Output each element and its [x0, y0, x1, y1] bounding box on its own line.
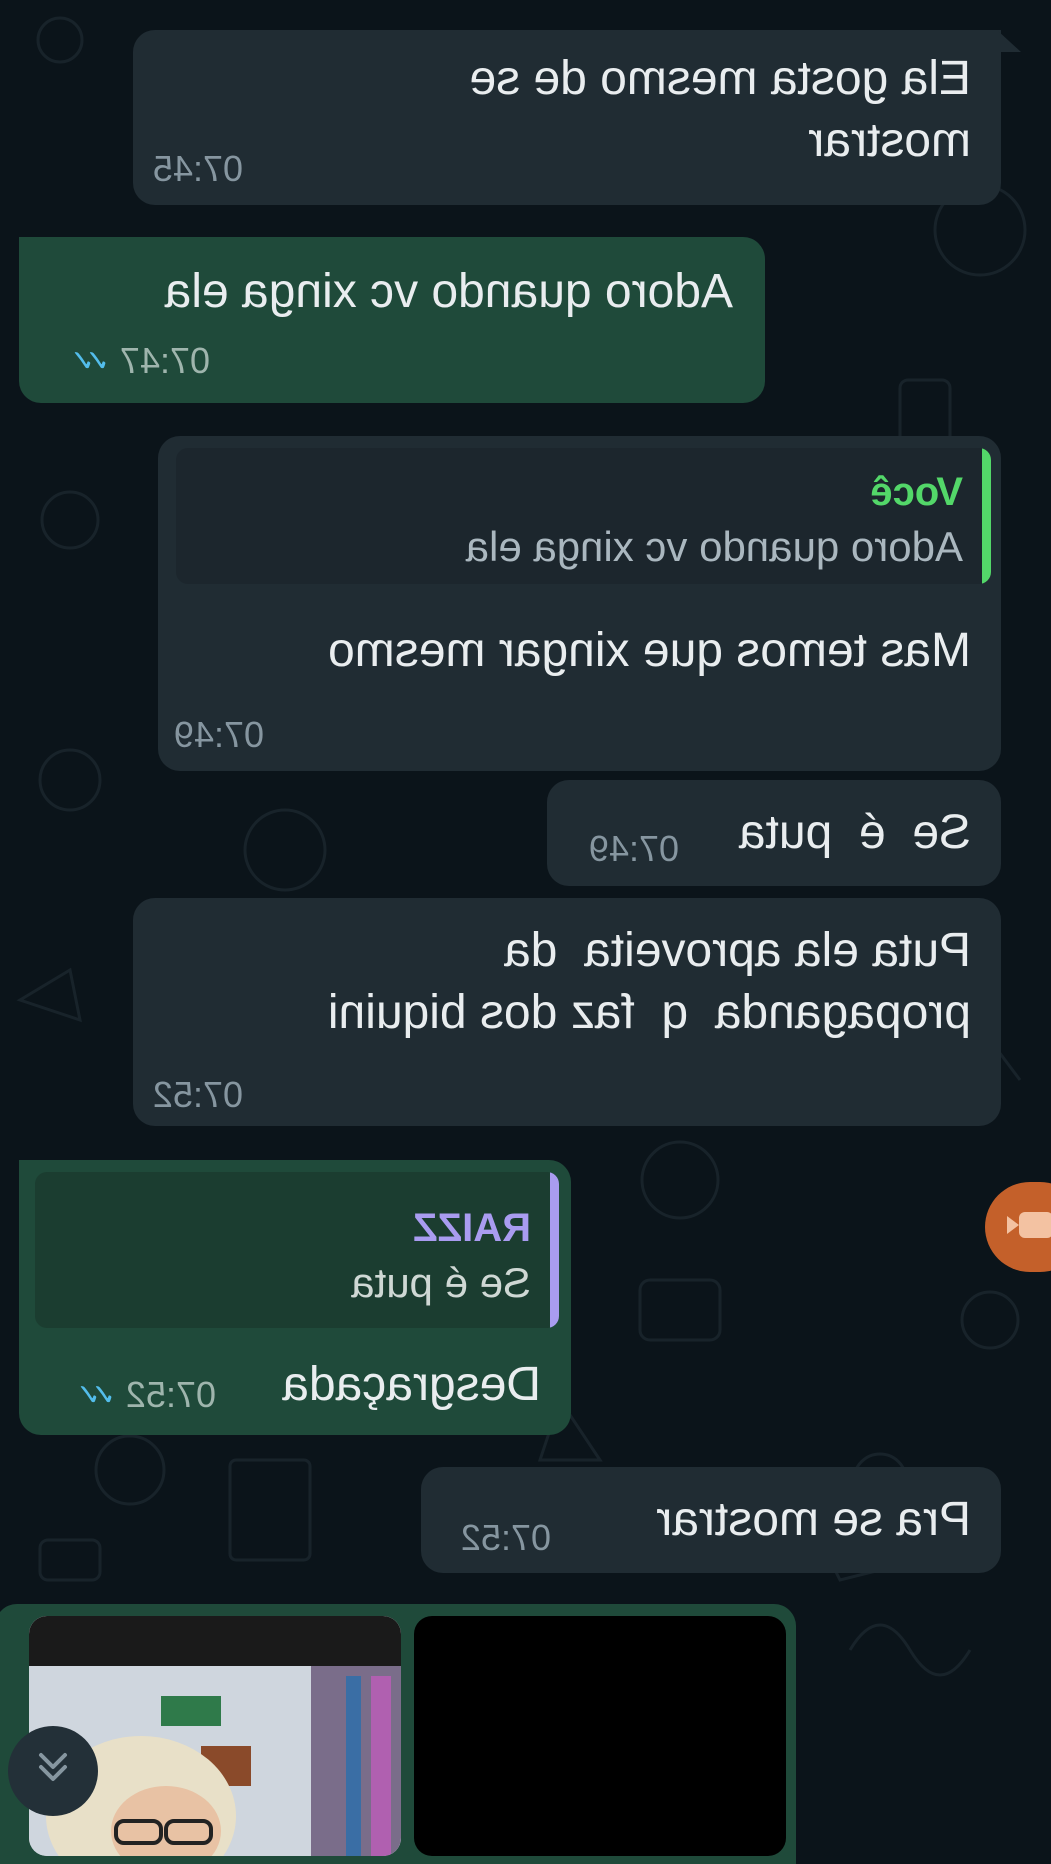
message-bubble-incoming[interactable]: Se é puta 07:49	[547, 780, 1001, 886]
scroll-to-bottom-button[interactable]	[8, 1726, 98, 1816]
quote-text: Adoro quando vc xinga ela	[465, 523, 963, 570]
message-text: Desgraçada	[282, 1358, 541, 1411]
message-time: 07:47 ✓✓	[79, 340, 210, 381]
media-thumbnail-video[interactable]	[414, 1616, 786, 1856]
quoted-message[interactable]: Você Adoro quando vc xinga ela	[176, 448, 991, 584]
message-text: Pra se mostrar	[656, 1493, 971, 1546]
message-time: 07:52	[460, 1517, 551, 1558]
message-bubble-outgoing[interactable]: RAIZZ Se é puta Desgraçada 07:52 ✓✓	[19, 1160, 571, 1435]
double-chevron-down-icon	[33, 1744, 73, 1798]
chat-area[interactable]: Ela gosta mesmo de se mostrar 07:45 Ador…	[0, 0, 1051, 1864]
photo-content	[29, 1616, 401, 1856]
quoted-message[interactable]: RAIZZ Se é puta	[35, 1172, 559, 1328]
media-thumbnail-photo[interactable]	[29, 1616, 401, 1856]
quote-author: RAIZZ	[413, 1206, 531, 1250]
quote-text: Se é puta	[351, 1259, 531, 1306]
message-time: 07:49	[173, 714, 264, 755]
message-bubble-incoming[interactable]: Puta ela aproveita da propaganda q faz d…	[133, 898, 1001, 1126]
message-bubble-outgoing[interactable]: Adoro quando vc xinga ela 07:47 ✓✓	[19, 237, 765, 403]
quote-bar	[550, 1172, 559, 1328]
double-check-icon: ✓✓	[85, 1378, 116, 1412]
quote-author: Você	[870, 470, 963, 514]
message-time: 07:52 ✓✓	[85, 1374, 216, 1415]
message-bubble-incoming[interactable]: Pra se mostrar 07:52	[421, 1467, 1001, 1573]
message-text: Se é puta	[738, 806, 971, 859]
message-bubble-incoming[interactable]: Ela gosta mesmo de se mostrar 07:45	[133, 30, 1001, 205]
bubble-tail	[997, 30, 1021, 52]
message-time: 07:52	[152, 1074, 243, 1115]
message-time: 07:49	[588, 828, 679, 869]
quote-bar	[982, 448, 991, 584]
message-text: Ela gosta mesmo de se mostrar	[469, 52, 971, 167]
message-text: Mas temos que xingar mesmo	[328, 624, 971, 677]
message-bubble-incoming[interactable]: Você Adoro quando vc xinga ela Mas temos…	[158, 436, 1001, 771]
message-time: 07:45	[152, 148, 243, 189]
message-text: Puta ela aproveita da propaganda q faz d…	[327, 924, 971, 1039]
message-text: Adoro quando vc xinga ela	[164, 265, 733, 318]
double-check-icon: ✓✓	[79, 344, 110, 378]
video-camera-icon	[1007, 1208, 1051, 1247]
